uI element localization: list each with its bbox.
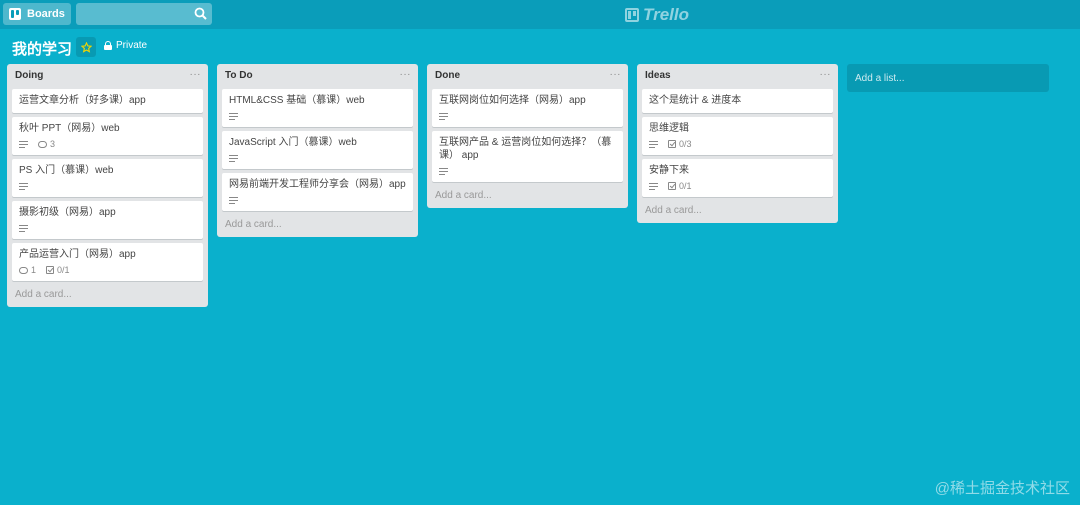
list-header: Ideas ··· [642, 64, 833, 86]
trello-logo[interactable]: Trello [625, 5, 689, 24]
card[interactable]: 网易前端开发工程师分享会（网易）app [222, 173, 413, 211]
boards-icon [9, 8, 21, 20]
checklist-icon [668, 182, 676, 190]
card-badges [229, 111, 406, 121]
description-icon [19, 140, 28, 148]
add-card-link[interactable]: Add a card... [432, 182, 623, 208]
card[interactable]: PS 入门（慕课）web [12, 159, 203, 197]
description-icon [229, 112, 238, 120]
card-title: 安静下来 [649, 165, 689, 176]
list-ideas: Ideas ··· 这个是统计 & 进度本 思维逻辑 0/3 安静下来 0/1 … [637, 64, 838, 223]
card[interactable]: JavaScript 入门（慕课）web [222, 131, 413, 169]
card-badges [19, 181, 196, 191]
checklist-icon [668, 140, 676, 148]
checklist-count: 0/3 [679, 138, 692, 149]
card-badges: 0/1 [649, 181, 826, 191]
card-badges: 3 [19, 139, 196, 149]
card-title: 秋叶 PPT（网易）web [19, 123, 120, 134]
card[interactable]: 运营文章分析（好多课）app [12, 89, 203, 113]
description-icon [229, 196, 238, 204]
checklist-badge: 0/1 [46, 264, 70, 277]
search-icon[interactable] [194, 7, 207, 20]
card-badges [229, 195, 406, 205]
visibility-label: Private [116, 40, 148, 51]
card-badges [439, 111, 616, 121]
add-card-link[interactable]: Add a card... [642, 197, 833, 223]
list-title[interactable]: Ideas [645, 70, 671, 81]
comment-icon [19, 266, 28, 274]
card[interactable]: 秋叶 PPT（网易）web 3 [12, 117, 203, 155]
description-icon [19, 224, 28, 232]
description-icon [229, 154, 238, 162]
card[interactable]: 安静下来 0/1 [642, 159, 833, 197]
card-title: PS 入门（慕课）web [19, 165, 114, 176]
checklist-count: 0/1 [679, 180, 692, 191]
card-title: 这个是统计 & 进度本 [649, 95, 742, 106]
add-card-link[interactable]: Add a card... [222, 211, 413, 237]
add-card-link[interactable]: Add a card... [12, 281, 203, 307]
card-title: 运营文章分析（好多课）app [19, 95, 146, 106]
list-title[interactable]: Doing [15, 70, 43, 81]
checklist-badge: 0/3 [668, 138, 692, 151]
trello-logo-text: Trello [643, 5, 689, 24]
lock-icon [104, 41, 112, 50]
list-title[interactable]: Done [435, 70, 460, 81]
checklist-badge: 0/1 [668, 180, 692, 193]
card-title: 思维逻辑 [649, 123, 689, 134]
description-icon [19, 182, 28, 190]
card[interactable]: 摄影初级（网易）app [12, 201, 203, 239]
comments-badge: 1 [19, 264, 36, 277]
card-badges [439, 166, 616, 176]
list-title[interactable]: To Do [225, 70, 253, 81]
comments-badge: 3 [38, 138, 55, 151]
list-menu-icon[interactable]: ··· [400, 70, 412, 80]
checklist-icon [46, 266, 55, 274]
list-menu-icon[interactable]: ··· [820, 70, 832, 80]
list-todo: To Do ··· HTML&CSS 基础（慕课）web JavaScript … [217, 64, 418, 237]
board-title[interactable]: 我的学习 [12, 38, 72, 59]
card-title: 网易前端开发工程师分享会（网易）app [229, 179, 406, 190]
watermark: @稀土掘金技术社区 [934, 480, 1070, 497]
card[interactable]: HTML&CSS 基础（慕课）web [222, 89, 413, 127]
star-button[interactable] [76, 37, 96, 57]
description-icon [439, 112, 448, 120]
card[interactable]: 这个是统计 & 进度本 [642, 89, 833, 113]
checklist-count: 0/1 [57, 264, 70, 275]
visibility-button[interactable]: Private [104, 40, 147, 51]
description-icon [649, 140, 658, 148]
card-title: HTML&CSS 基础（慕课）web [229, 95, 365, 106]
list-menu-icon[interactable]: ··· [610, 70, 622, 80]
list-header: Doing ··· [12, 64, 203, 86]
boards-button[interactable]: Boards [3, 3, 71, 25]
card-badges: 1 0/1 [19, 265, 196, 275]
card-title: 互联网岗位如何选择（网易）app [439, 95, 586, 106]
card-title: 摄影初级（网易）app [19, 207, 116, 218]
star-icon [80, 41, 92, 53]
description-icon [649, 182, 658, 190]
comments-count: 1 [31, 264, 37, 275]
card[interactable]: 互联网岗位如何选择（网易）app [432, 89, 623, 127]
list-doing: Doing ··· 运营文章分析（好多课）app 秋叶 PPT（网易）web 3… [7, 64, 208, 307]
list-done: Done ··· 互联网岗位如何选择（网易）app 互联网产品 & 运营岗位如何… [427, 64, 628, 208]
list-header: To Do ··· [222, 64, 413, 86]
list-header: Done ··· [432, 64, 623, 86]
card-badges: 0/3 [649, 139, 826, 149]
card-title: 产品运营入门（网易）app [19, 249, 136, 260]
card[interactable]: 互联网产品 & 运营岗位如何选择？（慕课） app [432, 131, 623, 182]
comments-count: 3 [50, 138, 56, 149]
trello-logo-icon [625, 8, 639, 22]
card-title: JavaScript 入门（慕课）web [229, 137, 357, 148]
boards-label: Boards [27, 8, 65, 20]
card-badges [19, 223, 196, 233]
card[interactable]: 思维逻辑 0/3 [642, 117, 833, 155]
card-badges [229, 153, 406, 163]
list-menu-icon[interactable]: ··· [190, 70, 202, 80]
description-icon [439, 167, 448, 175]
add-list-button[interactable]: Add a list... [847, 64, 1049, 92]
card[interactable]: 产品运营入门（网易）app 1 0/1 [12, 243, 203, 281]
search-input[interactable] [76, 3, 212, 25]
comment-icon [38, 140, 47, 148]
top-bar: Boards Trello [0, 0, 1080, 29]
card-title: 互联网产品 & 运营岗位如何选择？（慕课） app [439, 137, 612, 161]
